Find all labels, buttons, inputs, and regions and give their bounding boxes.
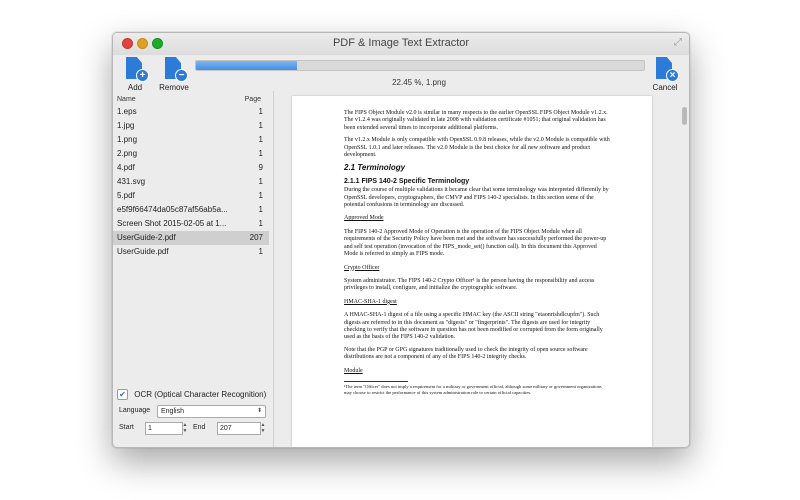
- doc-paragraph: Note that the PGP or GPG signatures trad…: [344, 346, 588, 361]
- doc-paragraph: The v1.2.x Module is only compatible wit…: [344, 137, 610, 159]
- doc-section-heading: 2.1 Terminology: [344, 163, 406, 173]
- file-name: 1.jpg: [117, 121, 135, 130]
- file-page-count: 9: [258, 163, 263, 172]
- document-preview[interactable]: The FIPS Object Module v2.0 is similar i…: [275, 91, 689, 447]
- fullscreen-icon[interactable]: ⤢: [674, 37, 682, 48]
- file-name: UserGuide-2.pdf: [117, 233, 176, 242]
- file-page-count: 1: [258, 135, 263, 144]
- progress-bar: [195, 60, 645, 71]
- file-row[interactable]: 2.png 1: [113, 147, 269, 161]
- window-title: PDF & Image Text Extractor: [332, 37, 470, 49]
- file-page-count: 1: [258, 219, 263, 228]
- doc-paragraph: A HMAC-SHA-1 digest of a file using a sp…: [344, 312, 603, 341]
- file-name: 1.eps: [117, 107, 137, 116]
- language-select[interactable]: English ⬍: [157, 405, 266, 418]
- doc-paragraph: The FIPS 140-2 Approved Mode of Operatio…: [344, 228, 607, 258]
- file-name: 431.svg: [117, 177, 146, 186]
- file-page-count: 1: [258, 205, 263, 214]
- remove-document-icon: −: [165, 57, 188, 82]
- doc-paragraph: System administrator. The FIPS 140-2 Cry…: [344, 277, 595, 292]
- start-stepper[interactable]: ▲ ▼: [182, 422, 188, 434]
- ocr-label: OCR (Optical Character Recognition): [134, 390, 267, 399]
- app-window: PDF & Image Text Extractor ⤢ + Add − Rem…: [112, 32, 690, 448]
- doc-term: Module: [344, 367, 363, 374]
- column-header-name[interactable]: Name: [117, 96, 136, 103]
- start-input[interactable]: 1: [145, 422, 183, 435]
- chevron-updown-icon: ⬍: [256, 408, 262, 414]
- file-row[interactable]: e5f9f66474da05c87af56ab5a... 1: [113, 203, 269, 217]
- file-row[interactable]: UserGuide-2.pdf 207: [113, 231, 269, 245]
- add-button[interactable]: + Add: [115, 57, 155, 92]
- remove-button[interactable]: − Remove: [154, 57, 194, 92]
- file-page-count: 1: [258, 247, 263, 256]
- file-row[interactable]: Screen Shot 2015-02-05 at 1... 1: [113, 217, 269, 231]
- pane-divider[interactable]: [273, 91, 274, 447]
- doc-paragraph: During the course of multiple validation…: [344, 187, 609, 209]
- file-page-count: 1: [258, 177, 263, 186]
- doc-paragraph: The FIPS Object Module v2.0 is similar i…: [344, 110, 608, 131]
- doc-term: HMAC-SHA-1 digest: [344, 298, 397, 305]
- language-label: Language: [119, 407, 151, 414]
- progress-status-text: 22.45 %, 1.png: [392, 78, 446, 87]
- file-name: UserGuide.pdf: [117, 247, 169, 256]
- add-document-icon: +: [126, 57, 149, 82]
- end-input[interactable]: 207: [217, 422, 261, 435]
- file-name: 5.pdf: [117, 191, 135, 200]
- file-row[interactable]: 1.png 1: [113, 133, 269, 147]
- file-row[interactable]: 431.svg 1: [113, 175, 269, 189]
- file-name: 1.png: [117, 135, 138, 144]
- title-bar: PDF & Image Text Extractor ⤢: [113, 33, 689, 55]
- file-page-count: 1: [258, 121, 263, 130]
- footnote-divider: [344, 380, 408, 382]
- cancel-document-icon: ×: [656, 57, 679, 82]
- file-row[interactable]: 5.pdf 1: [113, 189, 269, 203]
- file-name: 4.pdf: [117, 163, 135, 172]
- file-page-count: 1: [258, 149, 263, 158]
- end-label: End: [193, 424, 206, 431]
- doc-subsection-heading: 2.1.1 FIPS 140-2 Specific Terminology: [344, 177, 470, 185]
- end-stepper[interactable]: ▲ ▼: [260, 422, 266, 434]
- file-row[interactable]: 1.jpg 1: [113, 119, 269, 133]
- file-row[interactable]: 1.eps 1: [113, 105, 269, 119]
- preview-scrollbar[interactable]: [682, 107, 687, 125]
- column-header-page[interactable]: Page: [245, 96, 261, 103]
- file-name: e5f9f66474da05c87af56ab5a...: [117, 205, 228, 214]
- doc-footnote: ¹The term "Officer" does not imply a req…: [344, 383, 602, 395]
- file-row[interactable]: 4.pdf 9: [113, 161, 269, 175]
- file-page-count: 207: [249, 233, 263, 242]
- language-value: English: [161, 408, 184, 415]
- ocr-option[interactable]: ✔ OCR (Optical Character Recognition): [117, 389, 266, 400]
- file-row[interactable]: UserGuide.pdf 1: [113, 245, 269, 259]
- file-page-count: 1: [258, 191, 263, 200]
- document-page: The FIPS Object Module v2.0 is similar i…: [292, 96, 652, 447]
- file-name: 2.png: [117, 149, 138, 158]
- add-label: Add: [127, 83, 143, 92]
- progress-fill: [196, 61, 297, 70]
- ocr-checkbox[interactable]: ✔: [117, 389, 128, 400]
- start-label: Start: [119, 424, 134, 431]
- doc-term: Crypto Officer: [344, 264, 380, 271]
- file-name: Screen Shot 2015-02-05 at 1...: [117, 219, 227, 228]
- file-page-count: 1: [258, 107, 263, 116]
- remove-label: Remove: [159, 83, 189, 92]
- doc-term: Approved Mode: [344, 215, 384, 222]
- file-list[interactable]: 1.eps 1 1.jpg 1 1.png 1 2.png 1 4.pdf 9 431.svg 1 5.…: [113, 105, 269, 259]
- cancel-button[interactable]: × Cancel: [645, 57, 685, 92]
